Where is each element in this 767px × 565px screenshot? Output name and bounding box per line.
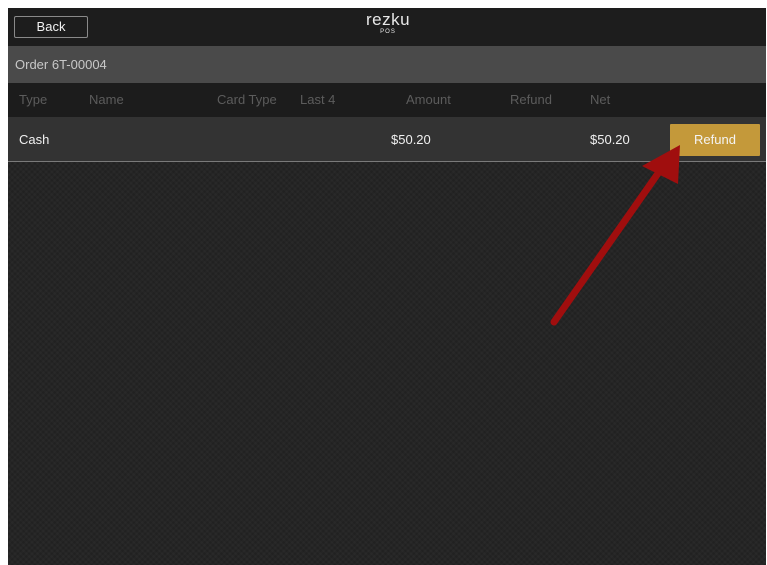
pos-screen: Back rezku POS Order 6T-00004 Type Name … <box>8 8 766 565</box>
logo-name: rezku <box>365 10 411 29</box>
table-row: Cash $50.20 $50.20 Refund <box>8 117 766 162</box>
back-button[interactable]: Back <box>14 16 88 38</box>
table-header: Type Name Card Type Last 4 Amount Refund… <box>8 83 766 117</box>
column-header-type: Type <box>19 92 48 107</box>
column-header-refund: Refund <box>510 92 552 107</box>
payment-net: $50.20 <box>590 132 630 147</box>
column-header-name: Name <box>89 92 124 107</box>
refund-button[interactable]: Refund <box>670 124 760 156</box>
column-header-card-type: Card Type <box>217 92 277 107</box>
top-bar: Back rezku POS <box>8 8 766 46</box>
payment-amount: $50.20 <box>391 132 431 147</box>
order-bar: Order 6T-00004 <box>8 46 766 83</box>
rezku-logo: rezku POS <box>348 11 428 36</box>
order-title: Order 6T-00004 <box>15 57 107 72</box>
column-header-last-4: Last 4 <box>300 92 336 107</box>
payment-type: Cash <box>19 132 50 147</box>
column-header-amount: Amount <box>406 92 451 107</box>
logo-sub: POS <box>380 29 396 35</box>
column-header-net: Net <box>590 92 611 107</box>
